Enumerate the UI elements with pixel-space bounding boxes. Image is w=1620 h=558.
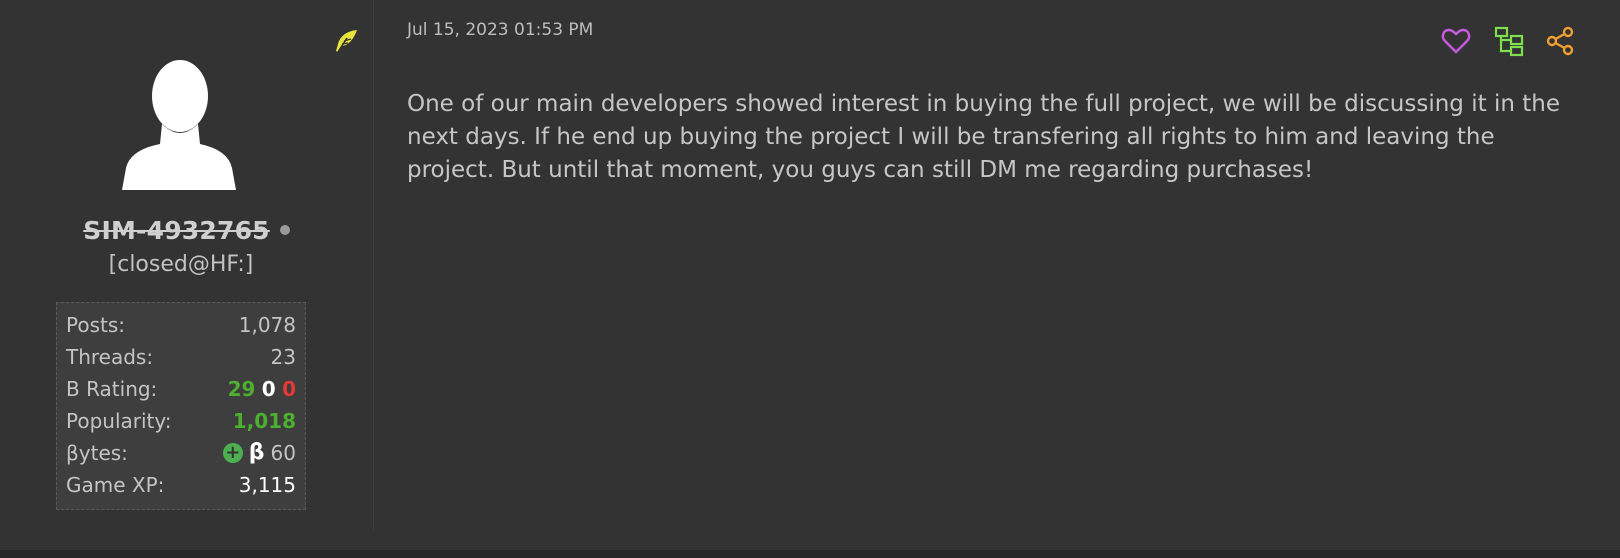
- stat-label-posts: Posts:: [66, 313, 126, 337]
- stat-posts: Posts: 1,078: [66, 309, 296, 341]
- post-container: SIM-4932765 [closed@HF:] Posts: 1,078 Th…: [0, 0, 1620, 530]
- user-title: [closed@HF:]: [108, 252, 254, 277]
- author-panel: SIM-4932765 [closed@HF:] Posts: 1,078 Th…: [0, 0, 373, 530]
- stat-value-rating[interactable]: 29 0 0: [228, 373, 296, 405]
- stat-label-gamexp: Game XP:: [66, 473, 165, 497]
- stat-rating: B Rating: 29 0 0: [66, 373, 296, 405]
- stat-value-bytes: + β 60: [222, 437, 296, 469]
- stat-bytes: βytes: + β 60: [66, 437, 296, 469]
- avatar[interactable]: [118, 58, 242, 190]
- rating-positive: 29: [227, 377, 256, 401]
- rating-neutral: 0: [261, 377, 276, 401]
- stat-gamexp: Game XP: 3,115: [66, 469, 296, 501]
- heart-icon[interactable]: [1440, 25, 1472, 57]
- column-divider: [373, 0, 374, 530]
- page-bottom-divider: [0, 550, 1620, 558]
- user-stats-box: Posts: 1,078 Threads: 23 B Rating: 29 0 …: [56, 302, 306, 510]
- bytes-amount: 60: [270, 441, 296, 465]
- stat-popularity: Popularity: 1,018: [66, 405, 296, 437]
- offline-status-icon: [279, 225, 290, 235]
- stat-label-bytes: βytes:: [66, 441, 128, 465]
- post-timestamp: Jul 15, 2023 01:53 PM: [407, 20, 594, 40]
- share-icon[interactable]: [1544, 25, 1576, 57]
- username-link[interactable]: SIM-4932765: [83, 216, 270, 245]
- thread-tree-icon[interactable]: [1493, 25, 1525, 57]
- username-row: SIM-4932765: [0, 216, 373, 245]
- stat-label-popularity: Popularity:: [66, 409, 172, 433]
- stat-label-rating: B Rating:: [66, 377, 158, 401]
- stat-value-popularity[interactable]: 1,018: [233, 405, 296, 437]
- stat-label-threads: Threads:: [66, 345, 154, 369]
- stat-value-gamexp[interactable]: 3,115: [239, 469, 296, 501]
- post-message-body: One of our main developers showed intere…: [407, 91, 1560, 183]
- bytes-symbol: β: [248, 440, 265, 465]
- stat-value-threads[interactable]: 23: [271, 341, 296, 373]
- stat-threads: Threads: 23: [66, 341, 296, 373]
- donate-bytes-plus-icon[interactable]: +: [222, 443, 243, 463]
- feather-icon: [333, 28, 359, 54]
- stat-value-posts[interactable]: 1,078: [239, 309, 296, 341]
- post-actions: [1440, 25, 1590, 61]
- rating-negative: 0: [282, 377, 296, 401]
